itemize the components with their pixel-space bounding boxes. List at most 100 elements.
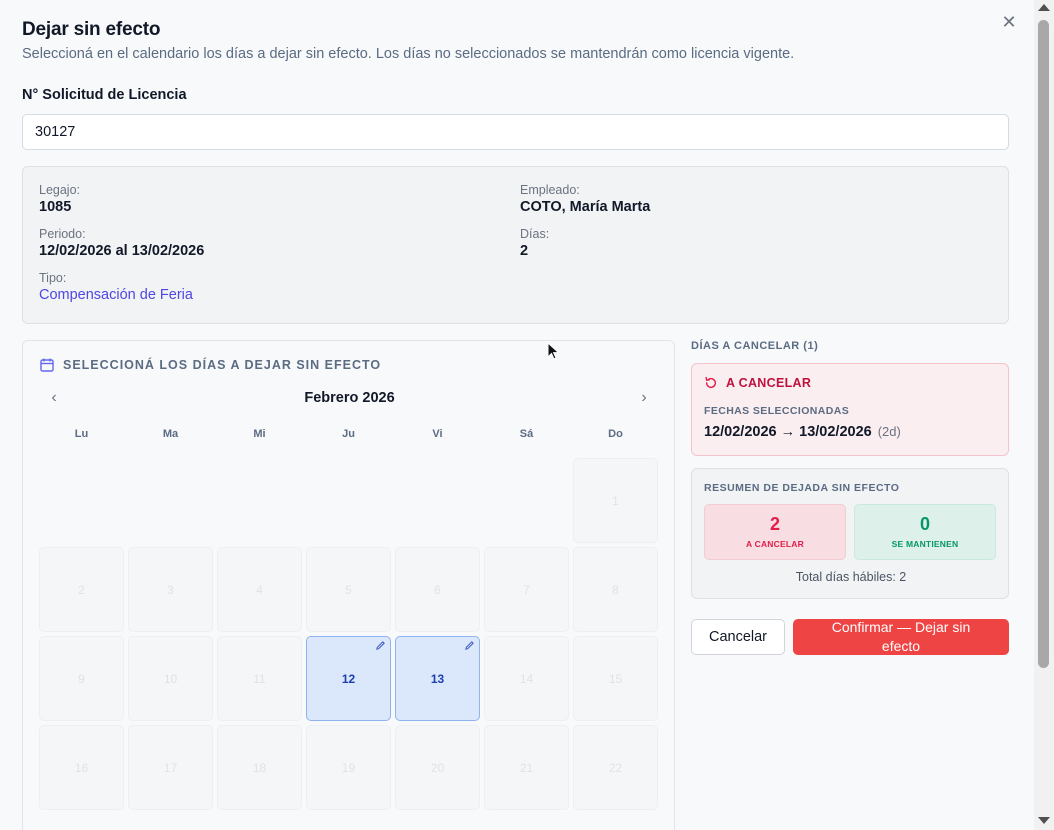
keep-stat: 0 SE MANTIENEN — [854, 504, 996, 560]
info-dias: Días: 2 — [520, 227, 549, 259]
calendar-day-number: 22 — [608, 760, 623, 775]
cancel-button[interactable]: Cancelar — [691, 619, 785, 655]
selected-dates-count: (2d) — [877, 424, 901, 439]
calendar-day[interactable]: 10 — [128, 636, 213, 721]
dias-label: Días: — [520, 227, 550, 241]
calendar-day-number: 5 — [345, 582, 352, 597]
calendar-day[interactable]: 13 — [395, 636, 480, 721]
cancel-count: 2 — [769, 514, 780, 534]
info-periodo: Periodo: 12/02/2026 al 13/02/2026 — [39, 227, 204, 259]
calendar-day-number: 10 — [163, 671, 178, 686]
calendar-day-number: 1 — [612, 493, 619, 508]
modal-title: Dejar sin efecto — [22, 19, 161, 40]
calendar-day[interactable]: 8 — [573, 547, 658, 632]
info-legajo: Legajo: 1085 — [39, 183, 80, 215]
weekday-4: Vi — [432, 428, 443, 440]
leave-info-card: Legajo: 1085 Empleado: COTO, María Marta… — [22, 166, 1009, 324]
summary-card: RESUMEN DE DEJADA SIN EFECTO 2 A CANCELA… — [691, 468, 1009, 599]
info-tipo: Tipo: Compensación de Feria — [39, 271, 193, 303]
legajo-label: Legajo: — [39, 183, 81, 197]
calendar-card: SELECCIONÁ LOS DÍAS A DEJAR SIN EFECTO ‹… — [22, 340, 675, 830]
calendar-day-number: 3 — [167, 582, 174, 597]
calendar-day[interactable]: 19 — [306, 725, 391, 810]
calendar-day[interactable]: 15 — [573, 636, 658, 721]
periodo-label: Periodo: — [39, 227, 86, 241]
calendar-day[interactable]: 2 — [39, 547, 124, 632]
pencil-icon — [376, 641, 385, 650]
undo-icon — [705, 376, 717, 389]
pencil-icon — [465, 641, 474, 650]
selected-dates-label: FECHAS SELECCIONADAS — [704, 405, 850, 417]
calendar-day-number: 8 — [612, 582, 619, 597]
scroll-down-arrow-icon[interactable] — [1038, 817, 1050, 824]
cancel-card-heading: A CANCELAR — [704, 376, 811, 390]
cancel-stat: 2 A CANCELAR — [704, 504, 846, 560]
calendar-day[interactable]: 21 — [484, 725, 569, 810]
calendar-day-number: 19 — [341, 760, 356, 775]
leave-cancel-modal: ✕ Dejar sin efecto Seleccioná en el cale… — [0, 0, 1034, 830]
calendar-day-number: 21 — [519, 760, 534, 775]
calendar-day[interactable]: 9 — [39, 636, 124, 721]
calendar-day[interactable]: 18 — [217, 725, 302, 810]
calendar-day-number: 7 — [523, 582, 530, 597]
chevron-right-icon[interactable]: › — [632, 389, 656, 409]
calendar-day[interactable]: 5 — [306, 547, 391, 632]
selected-dates: 12/02/2026 → 13/02/2026 (2d) — [704, 424, 901, 440]
selected-dates-range: 12/02/2026 → 13/02/2026 — [704, 424, 872, 440]
calendar-day[interactable]: 7 — [484, 547, 569, 632]
calendar-day-number: 4 — [256, 582, 263, 597]
summary-title: RESUMEN DE DEJADA SIN EFECTO — [704, 482, 900, 494]
empleado-label: Empleado: — [520, 183, 580, 197]
total-business-days: Total días hábiles: 2 — [795, 570, 907, 584]
calendar-day[interactable]: 12 — [306, 636, 391, 721]
modal-subtitle: Seleccioná en el calendario los días a d… — [22, 46, 795, 62]
calendar-day-number: 2 — [78, 582, 85, 597]
scroll-up-arrow-icon[interactable] — [1038, 4, 1050, 11]
legajo-value: 1085 — [39, 199, 72, 215]
cancel-selection-card: A CANCELAR FECHAS SELECCIONADAS 12/02/20… — [691, 363, 1009, 456]
weekday-6: Do — [608, 428, 623, 440]
calendar-day[interactable]: 16 — [39, 725, 124, 810]
calendar-day[interactable]: 4 — [217, 547, 302, 632]
periodo-value: 12/02/2026 al 13/02/2026 — [39, 243, 205, 259]
days-to-cancel-title: DÍAS A CANCELAR (1) — [691, 340, 819, 352]
calendar-day-number: 6 — [434, 582, 441, 597]
empleado-value: COTO, María Marta — [520, 199, 651, 215]
scroll-thumb[interactable] — [1038, 20, 1049, 668]
calendar-month-title: Febrero 2026 — [304, 390, 395, 406]
calendar-day-number: 14 — [519, 671, 534, 686]
scrollbar[interactable] — [1034, 0, 1054, 830]
calendar-day[interactable]: 14 — [484, 636, 569, 721]
tipo-label: Tipo: — [39, 271, 67, 285]
calendar-day[interactable]: 17 — [128, 725, 213, 810]
calendar-day[interactable]: 6 — [395, 547, 480, 632]
cancel-card-heading-text: A CANCELAR — [726, 376, 812, 390]
dias-value: 2 — [520, 243, 529, 259]
request-number-label: N° Solicitud de Licencia — [22, 87, 187, 103]
weekday-3: Ju — [342, 428, 355, 440]
calendar-day-number: 17 — [163, 760, 178, 775]
request-number-input[interactable] — [22, 114, 1009, 150]
confirm-button[interactable]: Confirmar — Dejar sin efecto — [793, 619, 1009, 655]
keep-count-label: SE MANTIENEN — [891, 539, 959, 549]
calendar-day-number: 18 — [252, 760, 267, 775]
calendar-heading-text: SELECCIONÁ LOS DÍAS A DEJAR SIN EFECTO — [63, 358, 382, 372]
calendar-day-number: 16 — [74, 760, 89, 775]
calendar-icon — [40, 358, 54, 372]
info-empleado: Empleado: COTO, María Marta — [520, 183, 650, 215]
calendar-day[interactable]: 22 — [573, 725, 658, 810]
close-icon[interactable]: ✕ — [999, 12, 1019, 32]
calendar-day[interactable]: 11 — [217, 636, 302, 721]
weekday-5: Sá — [519, 428, 534, 440]
calendar-day-number: 12 — [341, 671, 356, 686]
calendar-heading: SELECCIONÁ LOS DÍAS A DEJAR SIN EFECTO — [39, 357, 381, 373]
calendar-day[interactable]: 1 — [573, 458, 658, 543]
weekday-2: Mi — [253, 428, 266, 440]
weekday-1: Ma — [162, 428, 179, 440]
calendar-day-number: 11 — [253, 671, 266, 686]
calendar-day[interactable]: 3 — [128, 547, 213, 632]
keep-count: 0 — [919, 514, 930, 534]
calendar-day-number: 20 — [430, 760, 445, 775]
calendar-day[interactable]: 20 — [395, 725, 480, 810]
weekday-0: Lu — [74, 428, 89, 440]
